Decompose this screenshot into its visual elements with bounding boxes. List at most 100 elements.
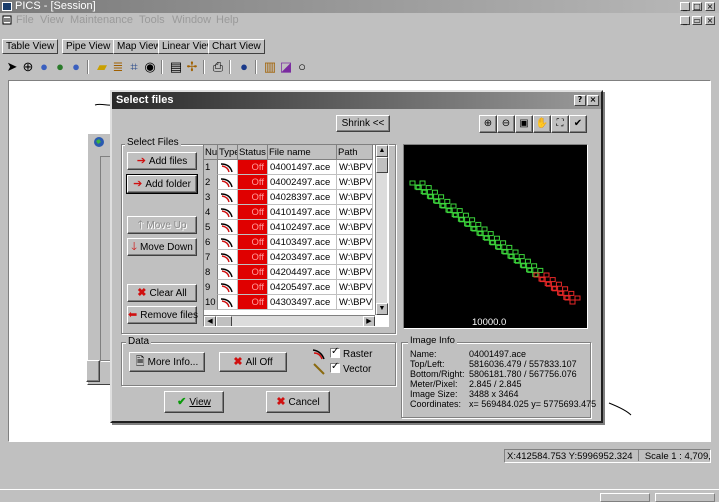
menu-tools[interactable]: Tools xyxy=(139,14,165,26)
type-curve-icon[interactable] xyxy=(218,265,238,280)
path-cell[interactable]: W:\BPV\r xyxy=(337,250,373,265)
status-cell[interactable]: Off xyxy=(238,295,268,310)
zoom-out-icon[interactable]: ● xyxy=(36,59,52,75)
status-cell[interactable]: Off xyxy=(238,235,268,250)
pan-hand-icon[interactable]: ✋ xyxy=(533,115,551,133)
filename-cell[interactable]: 04103497.ace xyxy=(268,235,337,250)
status-cell[interactable]: Off xyxy=(238,175,268,190)
checkmark-icon[interactable]: ✔ xyxy=(569,115,587,133)
fit-page-icon[interactable]: ▣ xyxy=(515,115,533,133)
type-curve-icon[interactable] xyxy=(218,235,238,250)
area-chart-icon[interactable]: ◪ xyxy=(278,59,294,75)
type-curve-icon[interactable] xyxy=(218,250,238,265)
pointer-tool-icon[interactable]: ➤ xyxy=(4,59,20,75)
background-window-button[interactable] xyxy=(86,360,100,382)
type-curve-icon[interactable] xyxy=(218,220,238,235)
scroll-left-icon[interactable]: ◀ xyxy=(204,316,216,326)
row-number[interactable]: 1 xyxy=(204,160,218,175)
path-cell[interactable]: W:\BPV\r xyxy=(337,265,373,280)
type-curve-icon[interactable] xyxy=(218,295,238,310)
type-curve-icon[interactable] xyxy=(218,280,238,295)
row-number[interactable]: 5 xyxy=(204,220,218,235)
filename-cell[interactable]: 04203497.ace xyxy=(268,250,337,265)
globe-icon[interactable]: ● xyxy=(52,59,68,75)
row-number[interactable]: 7 xyxy=(204,250,218,265)
filename-cell[interactable]: 04002497.ace xyxy=(268,175,337,190)
properties-icon[interactable]: ▤ xyxy=(168,59,184,75)
add-folder-button[interactable]: ➔ Add folder xyxy=(126,174,198,194)
document-menu-icon[interactable] xyxy=(2,15,12,25)
path-cell[interactable]: W:\BPV\r xyxy=(337,220,373,235)
path-cell[interactable]: W:\BPV\r xyxy=(337,160,373,175)
camera-icon[interactable]: ◉ xyxy=(142,59,158,75)
filename-cell[interactable]: 04001497.ace xyxy=(268,160,337,175)
status-cell[interactable]: Off xyxy=(238,280,268,295)
filename-cell[interactable]: 04205497.ace xyxy=(268,280,337,295)
vector-checkbox[interactable]: Vector xyxy=(330,361,371,375)
minimize-button[interactable]: _ xyxy=(680,2,690,11)
zoom-in-icon[interactable]: ⊕ xyxy=(20,59,36,75)
row-number[interactable]: 6 xyxy=(204,235,218,250)
help-button[interactable]: ? xyxy=(574,95,586,106)
add-files-button[interactable]: ➔ Add files xyxy=(127,152,197,170)
path-cell[interactable]: W:\BPV\r xyxy=(337,190,373,205)
scroll-thumb-h[interactable] xyxy=(216,316,232,326)
child-close-button[interactable]: × xyxy=(705,16,715,25)
status-cell[interactable]: Off xyxy=(238,190,268,205)
status-cell[interactable]: Off xyxy=(238,265,268,280)
tab-pipe-view[interactable]: Pipe View xyxy=(62,39,115,54)
horizontal-scrollbar[interactable]: ◀ ▶ xyxy=(204,315,375,326)
folder-open-icon[interactable]: ▰ xyxy=(94,59,110,75)
row-number[interactable]: 9 xyxy=(204,280,218,295)
zoom-in-icon[interactable]: ⊕ xyxy=(479,115,497,133)
menu-help[interactable]: Help xyxy=(216,14,239,26)
view-button[interactable]: ✔ View xyxy=(164,391,224,413)
menu-view[interactable]: View xyxy=(40,14,64,26)
row-number[interactable]: 3 xyxy=(204,190,218,205)
type-curve-icon[interactable] xyxy=(218,205,238,220)
checkbox[interactable] xyxy=(330,361,340,373)
child-minimize-button[interactable]: _ xyxy=(680,16,690,25)
type-curve-icon[interactable] xyxy=(218,160,238,175)
tree-icon[interactable]: ✢ xyxy=(184,59,200,75)
row-number[interactable]: 8 xyxy=(204,265,218,280)
col-header-status[interactable]: Status xyxy=(238,145,268,160)
all-off-button[interactable]: ✖ All Off xyxy=(219,352,287,372)
checkbox[interactable] xyxy=(330,346,340,358)
dialog-close-button[interactable]: × xyxy=(587,95,599,106)
filename-cell[interactable]: 04101497.ace xyxy=(268,205,337,220)
status-cell[interactable]: Off xyxy=(238,205,268,220)
status-cell[interactable]: Off xyxy=(238,160,268,175)
scroll-up-icon[interactable]: ▲ xyxy=(376,145,388,157)
move-up-button[interactable]: 🡑 Move Up xyxy=(127,216,197,234)
col-header-path[interactable]: Path xyxy=(337,145,373,160)
tab-chart-view[interactable]: Chart View xyxy=(208,39,265,54)
raster-checkbox[interactable]: Raster xyxy=(330,346,372,360)
scroll-right-icon[interactable]: ▶ xyxy=(363,316,375,326)
print-icon[interactable]: ⎙ xyxy=(210,59,226,75)
layer-icon[interactable]: ● xyxy=(68,59,84,75)
move-down-button[interactable]: 🡓 Move Down xyxy=(127,238,197,256)
bar-chart-icon[interactable]: ▥ xyxy=(262,59,278,75)
menu-maintenance[interactable]: Maintenance xyxy=(70,14,133,26)
more-info-button[interactable]: 🗎 More Info... xyxy=(129,352,205,372)
grid-icon[interactable]: ⌗ xyxy=(126,59,142,75)
maximize-button[interactable]: □ xyxy=(692,2,702,11)
path-cell[interactable]: W:\BPV\r xyxy=(337,175,373,190)
status-cell[interactable]: Off xyxy=(238,250,268,265)
col-header-type[interactable]: Type xyxy=(218,145,238,160)
files-table[interactable]: Nur Type Status File name Path 1Off04001… xyxy=(203,144,389,327)
tab-map-view[interactable]: Map View xyxy=(113,39,165,54)
filename-cell[interactable]: 04204497.ace xyxy=(268,265,337,280)
ellipse-icon[interactable]: ○ xyxy=(294,59,310,75)
path-cell[interactable]: W:\BPV\r xyxy=(337,205,373,220)
type-curve-icon[interactable] xyxy=(218,190,238,205)
filename-cell[interactable]: 04102497.ace xyxy=(268,220,337,235)
path-cell[interactable]: W:\BPV\r xyxy=(337,280,373,295)
cancel-button[interactable]: ✖ Cancel xyxy=(266,391,330,413)
stack-icon[interactable]: ≣ xyxy=(110,59,126,75)
path-cell[interactable]: W:\BPV\r xyxy=(337,235,373,250)
clear-all-button[interactable]: ✖ Clear All xyxy=(127,284,197,302)
record-icon[interactable]: ● xyxy=(236,59,252,75)
col-header-filename[interactable]: File name xyxy=(268,145,337,160)
